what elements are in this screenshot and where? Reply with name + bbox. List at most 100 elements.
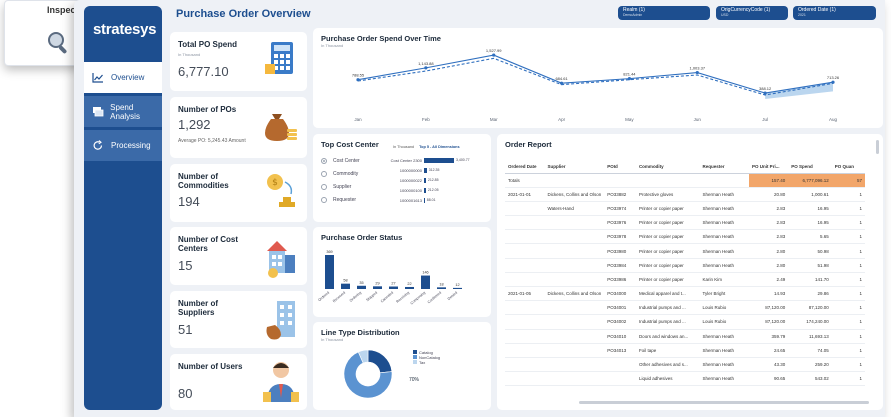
table-row[interactable]: PO33978 Printer or copier paper Sherman He… <box>505 229 865 245</box>
bar[interactable] <box>373 286 382 289</box>
table-row[interactable]: PO34002 Industrial pumps and ... Louis Rub… <box>505 314 865 330</box>
table-cell: 1 <box>831 243 865 259</box>
table-cell: PO34000 <box>604 286 636 302</box>
table-cell: 90.65 <box>748 371 789 387</box>
dimension-selector[interactable]: Top 5 - All Dimensions <box>419 145 460 149</box>
bar-data-label: 29 <box>375 281 379 285</box>
pie-slice[interactable] <box>367 349 393 374</box>
table-cell <box>604 357 636 373</box>
table-cell: 87,120.00 <box>748 300 789 316</box>
table-cell: Sherman Heath <box>699 243 749 259</box>
table-row[interactable]: Waters-Hand PO33974 Printer or copier pape… <box>505 201 865 217</box>
table-row[interactable]: PO33980 Printer or copier paper Sherman He… <box>505 243 865 259</box>
filter-ordered-date[interactable]: Ordered Date (1) 2021 <box>793 6 876 20</box>
kpi-label: Number of Commodities <box>178 172 229 190</box>
bar[interactable] <box>325 255 334 289</box>
table-cell: 2021-01-01 <box>505 187 545 202</box>
sidebar-item-spend-analysis[interactable]: Spend Analysis <box>84 96 162 127</box>
bar[interactable] <box>389 286 398 289</box>
table-cell: Waters-Hand <box>544 201 605 217</box>
column-header[interactable]: PO Quan <box>831 160 865 174</box>
radio-button[interactable] <box>321 184 327 190</box>
bar-row[interactable]: 1000000100 212.05 <box>388 186 439 194</box>
table-row[interactable]: 2021-01-05 Dickens, Collins and Olson PO34… <box>505 286 865 302</box>
bar[interactable] <box>424 197 425 203</box>
radio-button[interactable] <box>321 171 327 177</box>
radio-button[interactable] <box>321 158 327 164</box>
vertical-scrollbar[interactable] <box>876 140 879 154</box>
bar[interactable] <box>437 287 446 289</box>
user-icon <box>263 362 299 402</box>
table-cell: Louis Rubio <box>699 314 749 330</box>
bar[interactable] <box>357 285 366 289</box>
magnifier-icon <box>48 32 67 54</box>
table-row[interactable]: PO34001 Industrial pumps and ... Louis Rub… <box>505 300 865 316</box>
column-header[interactable]: Supplier <box>544 160 605 174</box>
data-label: 821.44 <box>623 72 636 77</box>
column-header[interactable]: PO Unit Pri... <box>748 160 789 174</box>
column-header[interactable]: POId <box>604 160 636 174</box>
table-cell: 1 <box>831 286 865 302</box>
table-cell: Medical apparel and t... <box>635 286 700 302</box>
bar[interactable] <box>405 286 414 289</box>
bar-row[interactable]: 1000001613 88.01 <box>388 196 436 204</box>
bar[interactable] <box>421 275 430 289</box>
x-tick-label: Canceled <box>380 291 394 304</box>
bar[interactable] <box>424 177 426 183</box>
sidebar-item-overview[interactable]: Overview <box>84 62 162 93</box>
table-cell: Printer or copier paper <box>635 215 700 231</box>
bar-row[interactable]: 1000000000 312.35 <box>388 166 439 174</box>
data-point[interactable] <box>695 70 699 75</box>
table-row[interactable]: PO34013 Foil tape Sherman Heath 24.65 74.05 1 <box>505 343 865 358</box>
table-cell: PO33882 <box>604 187 636 202</box>
column-header[interactable]: Ordered Date <box>505 160 545 174</box>
bar-data-label: 88.01 <box>426 198 436 202</box>
table-cell: PO34010 <box>604 329 636 344</box>
bar-data-label: 212.05 <box>427 188 439 192</box>
column-header[interactable]: PO Spend <box>788 160 832 174</box>
kpi-value: 51 <box>178 322 193 337</box>
table-cell <box>544 371 605 387</box>
radio-label: Requester <box>333 197 357 203</box>
bar-row[interactable]: 1000000022 212.85 <box>388 176 439 184</box>
filter-currency[interactable]: OrigCurrencyCode (1) USD <box>716 6 788 20</box>
bar[interactable] <box>424 167 427 173</box>
legend-label: Tax <box>419 360 426 365</box>
bar[interactable] <box>424 157 454 163</box>
sidebar-item-processing[interactable]: Processing <box>84 130 162 161</box>
table-row[interactable]: PO33976 Printer or copier paper Sherman He… <box>505 215 865 231</box>
table-row[interactable]: PO34010 Doors and windows an... Sherman He… <box>505 329 865 344</box>
table-cell: Industrial pumps and ... <box>635 300 700 316</box>
table-cell <box>505 343 545 358</box>
table-row[interactable]: PO33986 Printer or copier paper Karin Kim 2… <box>505 272 865 288</box>
radio-label: Supplier <box>333 184 352 190</box>
table-cell: Sherman Heath <box>699 201 749 217</box>
radio-button[interactable] <box>321 197 327 203</box>
bar[interactable] <box>424 187 426 193</box>
bar-data-label: 12 <box>455 283 459 287</box>
x-tick-label: Mar <box>490 117 498 122</box>
table-row[interactable]: Other adhesives and s... Sherman Heath 43.… <box>505 357 865 373</box>
kpi-value: 15 <box>178 258 193 273</box>
data-point[interactable] <box>492 53 496 57</box>
column-header[interactable]: Requester <box>699 160 749 174</box>
table-row[interactable]: PO33984 Printer or copier paper Sherman He… <box>505 258 865 273</box>
table-row[interactable]: Liquid adhesives Sherman Heath 90.65 543.02… <box>505 371 865 387</box>
bar-category-label: 1000000100 <box>399 187 422 193</box>
radio-label: Commodity <box>333 171 359 177</box>
background-card: Inspecti 1 <box>4 0 87 66</box>
table-row[interactable]: 2021-01-01 Dickens, Collins and Olson PO33… <box>505 187 865 202</box>
column-header[interactable]: Commodity <box>635 160 700 174</box>
bar[interactable] <box>453 287 462 289</box>
filter-realm[interactable]: Realm (1) DemoAdmin <box>618 6 710 20</box>
kpi-label: Total PO Spend <box>178 40 237 49</box>
x-tick-label: Ordered <box>317 291 330 303</box>
bar-category-label: Cost Center 2300 <box>390 157 422 163</box>
table-cell: 16.95 <box>788 201 832 217</box>
bar[interactable] <box>341 283 350 289</box>
table-cell: 2.80 <box>748 243 789 259</box>
horizontal-scrollbar[interactable] <box>579 401 869 404</box>
data-point[interactable] <box>424 66 428 70</box>
bar-row[interactable]: Cost Center 2300 3,400.77 <box>388 156 470 164</box>
kpi-value: 1,292 <box>178 117 211 132</box>
